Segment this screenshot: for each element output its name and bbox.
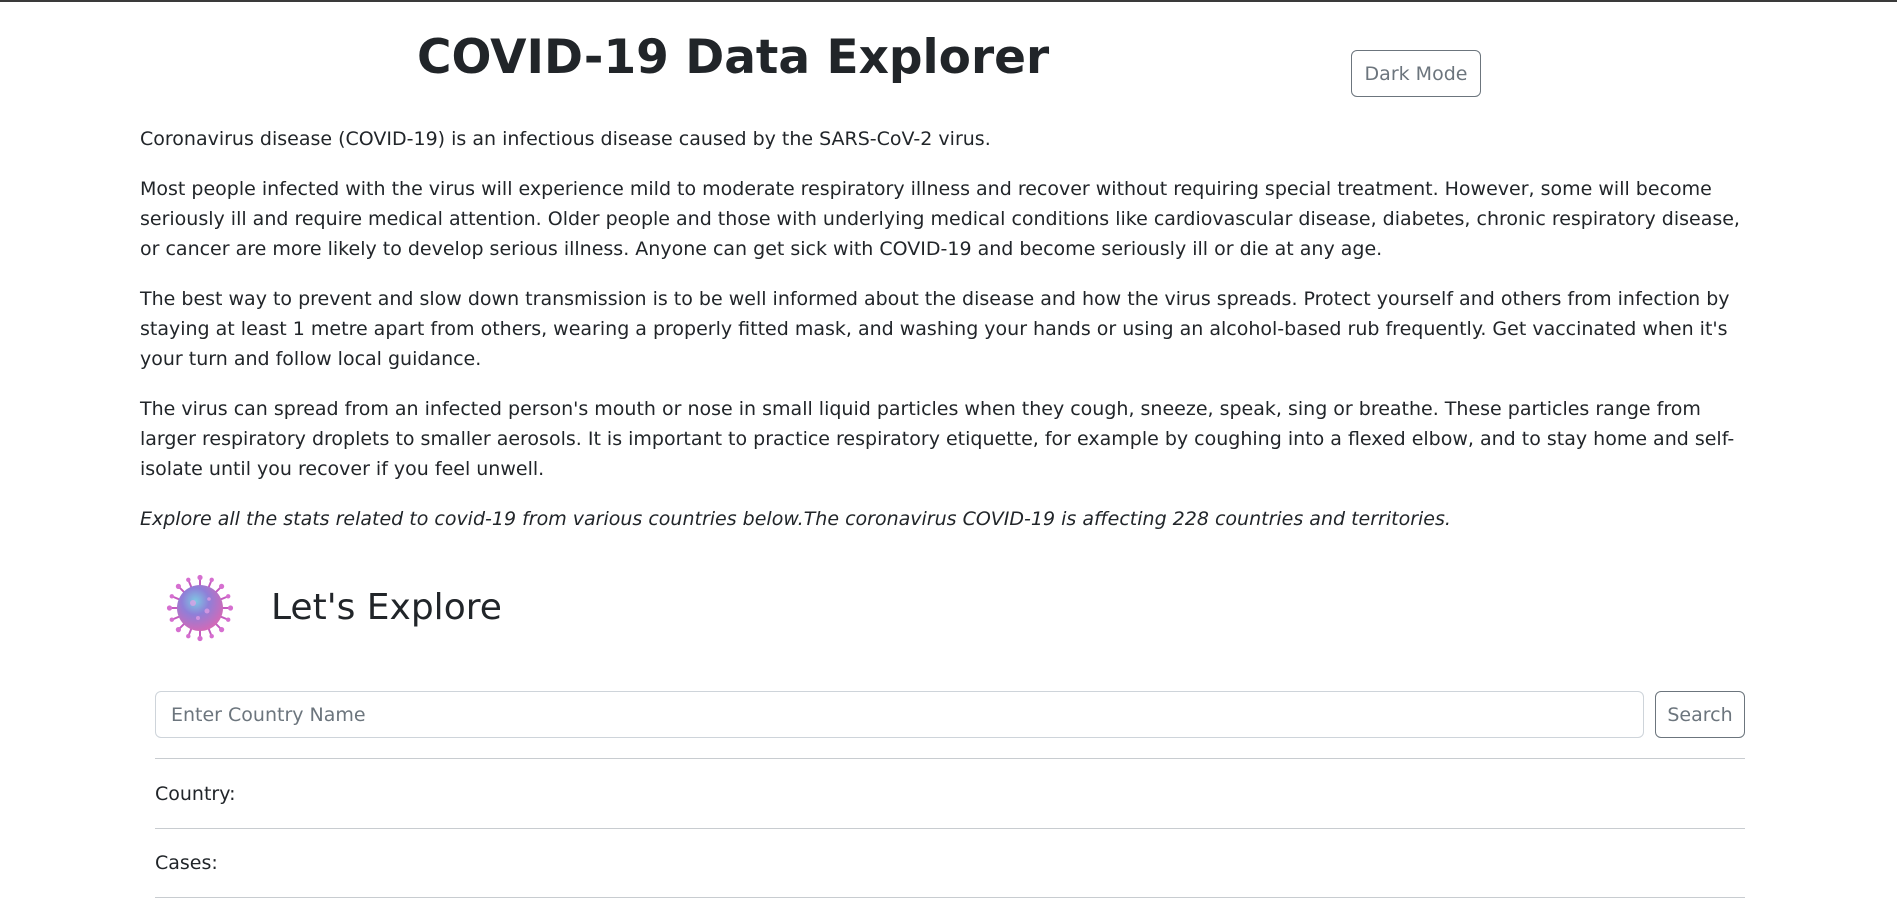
- search-button[interactable]: Search: [1655, 691, 1745, 738]
- page: COVID-19 Data Explorer Dark Mode Coronav…: [0, 0, 1897, 902]
- top-border: [0, 0, 1897, 2]
- intro-paragraph: Coronavirus disease (COVID-19) is an inf…: [140, 128, 991, 150]
- stat-label: Country:: [155, 782, 236, 805]
- virus-icon: [166, 574, 234, 642]
- dark-mode-button[interactable]: Dark Mode: [1351, 50, 1481, 97]
- stat-row-cases: Cases:: [155, 828, 1745, 898]
- explore-title: Let's Explore: [271, 587, 502, 628]
- page-title: COVID-19 Data Explorer: [417, 30, 1050, 85]
- explore-header: Let's Explore: [165, 573, 502, 643]
- intro-section: Coronavirus disease (COVID-19) is an inf…: [140, 124, 1760, 554]
- intro-paragraph: The best way to prevent and slow down tr…: [140, 288, 1730, 370]
- intro-paragraph: Most people infected with the virus will…: [140, 178, 1740, 260]
- stat-label: Cases:: [155, 852, 218, 874]
- stat-row-country: Country:: [155, 758, 1745, 828]
- stats-list: Country: Cases:: [155, 758, 1745, 898]
- country-search-input[interactable]: [155, 691, 1644, 738]
- search-bar: Search: [155, 691, 1745, 738]
- intro-paragraph: The virus can spread from an infected pe…: [140, 398, 1735, 480]
- explore-tagline: Explore all the stats related to covid-1…: [140, 508, 1451, 530]
